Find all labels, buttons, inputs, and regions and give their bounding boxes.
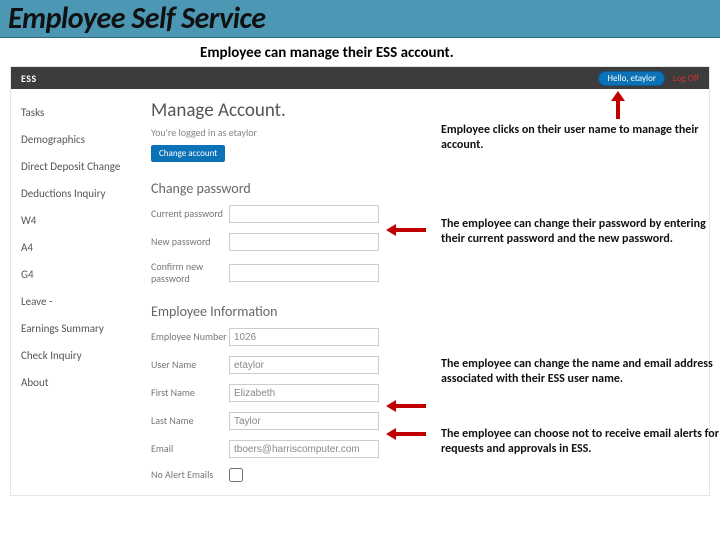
employee-number-input[interactable] (229, 328, 379, 346)
sidebar-item-demographics[interactable]: Demographics (21, 126, 141, 153)
confirm-password-label: Confirm new password (151, 261, 229, 285)
app-brand: ESS (21, 72, 37, 85)
new-password-label: New password (151, 236, 229, 248)
lastname-input[interactable] (229, 412, 379, 430)
arrow-left-icon (386, 428, 426, 440)
no-alert-checkbox[interactable] (229, 468, 243, 482)
sidebar-item-deductions[interactable]: Deductions Inquiry (21, 180, 141, 207)
sidebar: Tasks Demographics Direct Deposit Change… (11, 89, 141, 495)
sidebar-item-direct-deposit[interactable]: Direct Deposit Change (21, 153, 141, 180)
sidebar-item-check-inquiry[interactable]: Check Inquiry (21, 342, 141, 369)
page-title: Employee Self Service (8, 0, 712, 37)
employee-number-label: Employee Number (151, 331, 229, 343)
sidebar-item-tasks[interactable]: Tasks (21, 99, 141, 126)
new-password-input[interactable] (229, 233, 379, 251)
sidebar-item-leave[interactable]: Leave - (21, 288, 141, 315)
content-area: Manage Account. You're logged in as etay… (151, 89, 709, 495)
sidebar-item-a4[interactable]: A4 (21, 234, 141, 261)
current-password-input[interactable] (229, 205, 379, 223)
ess-app-screenshot: ESS Hello, etaylor Log Off Tasks Demogra… (10, 66, 710, 496)
username-input[interactable] (229, 356, 379, 374)
sidebar-item-about[interactable]: About (21, 369, 141, 396)
no-alert-label: No Alert Emails (151, 469, 229, 481)
email-label: Email (151, 443, 229, 455)
sidebar-item-g4[interactable]: G4 (21, 261, 141, 288)
manage-account-heading: Manage Account. (151, 99, 709, 122)
email-input[interactable] (229, 440, 379, 458)
change-password-heading: Change password (151, 180, 709, 197)
sidebar-item-earnings[interactable]: Earnings Summary (21, 315, 141, 342)
title-bar: Employee Self Service (0, 0, 720, 38)
page-subtitle: Employee can manage their ESS account. (0, 38, 720, 66)
current-password-label: Current password (151, 208, 229, 220)
change-account-button[interactable]: Change account (151, 145, 225, 162)
arrow-up-icon (611, 91, 625, 119)
arrow-left-icon (386, 224, 426, 236)
firstname-input[interactable] (229, 384, 379, 402)
arrow-left-icon (386, 400, 426, 412)
employee-info-heading: Employee Information (151, 303, 709, 320)
logoff-link[interactable]: Log Off (673, 73, 699, 84)
logged-in-text: You're logged in as etaylor (151, 126, 709, 139)
user-name-pill[interactable]: Hello, etaylor (598, 71, 665, 86)
confirm-password-input[interactable] (229, 264, 379, 282)
sidebar-item-w4[interactable]: W4 (21, 207, 141, 234)
lastname-label: Last Name (151, 415, 229, 427)
username-label: User Name (151, 359, 229, 371)
firstname-label: First Name (151, 387, 229, 399)
app-topbar: ESS Hello, etaylor Log Off (11, 67, 709, 89)
